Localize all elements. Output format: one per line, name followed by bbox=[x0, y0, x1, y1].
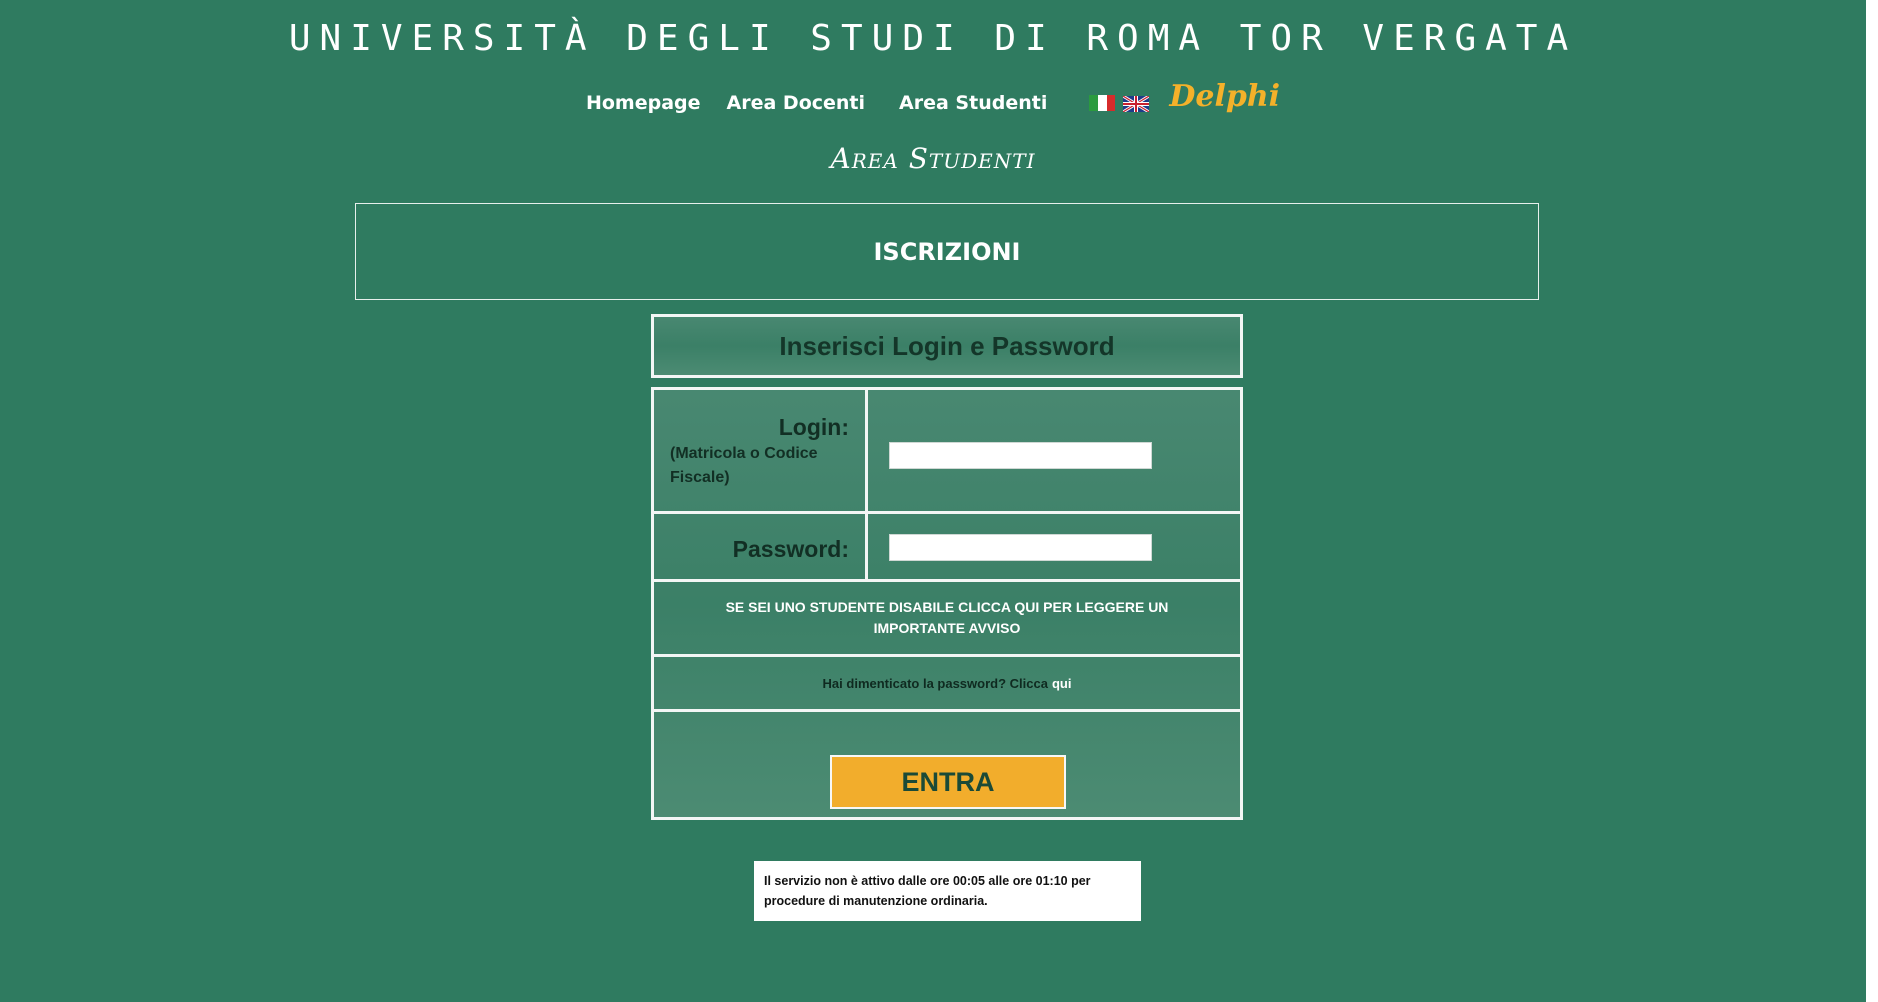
delphi-logo-link[interactable]: Delphi bbox=[1169, 79, 1280, 114]
iscrizioni-title: ISCRIZIONI bbox=[873, 237, 1021, 266]
forgot-password: Hai dimenticato la password? Clicca qui bbox=[654, 657, 1240, 709]
login-row: Login: (Matricola o Codice Fiscale) bbox=[654, 390, 1240, 514]
nav-area-studenti-link[interactable]: Area Studenti bbox=[899, 92, 1047, 114]
password-label-cell: Password: bbox=[654, 514, 868, 579]
password-row: Password: bbox=[654, 514, 1240, 582]
iscrizioni-banner: ISCRIZIONI bbox=[355, 203, 1539, 300]
forgot-password-row: Hai dimenticato la password? Clicca qui bbox=[654, 657, 1240, 712]
disabled-student-notice-link[interactable]: SE SEI UNO STUDENTE DISABILE CLICCA QUI … bbox=[654, 582, 1240, 654]
forgot-password-link[interactable]: qui bbox=[1052, 676, 1072, 691]
disabled-notice-row: SE SEI UNO STUDENTE DISABILE CLICCA QUI … bbox=[654, 582, 1240, 657]
password-input[interactable] bbox=[889, 534, 1152, 561]
maintenance-notice: Il servizio non è attivo dalle ore 00:05… bbox=[754, 861, 1141, 921]
login-heading-panel: Inserisci Login e Password bbox=[651, 314, 1243, 378]
login-label: Login: bbox=[778, 414, 849, 440]
english-flag-icon[interactable] bbox=[1122, 94, 1151, 113]
login-form: Login: (Matricola o Codice Fiscale) Pass… bbox=[651, 387, 1243, 820]
nav-area-docenti-link[interactable]: Area Docenti bbox=[727, 92, 866, 114]
page: UNIVERSITÀ DEGLI STUDI DI ROMA TOR VERGA… bbox=[0, 0, 1866, 1002]
login-input[interactable] bbox=[889, 442, 1152, 469]
italian-flag-icon[interactable] bbox=[1089, 94, 1116, 111]
forgot-password-text: Hai dimenticato la password? Clicca bbox=[822, 675, 1048, 691]
page-scrollbar[interactable] bbox=[1866, 0, 1878, 1002]
password-label: Password: bbox=[732, 536, 849, 562]
login-heading: Inserisci Login e Password bbox=[779, 330, 1115, 361]
nav-homepage-link[interactable]: Homepage bbox=[586, 92, 701, 114]
university-title: UNIVERSITÀ DEGLI STUDI DI ROMA TOR VERGA… bbox=[288, 18, 1578, 59]
login-label-cell: Login: (Matricola o Codice Fiscale) bbox=[654, 390, 868, 511]
entra-button[interactable]: ENTRA bbox=[830, 755, 1066, 809]
login-hint: (Matricola o Codice Fiscale) bbox=[670, 445, 818, 486]
top-nav: Homepage Area Docenti Area Studenti Delp… bbox=[0, 79, 1866, 120]
area-studenti-heading: Area Studenti bbox=[830, 142, 1036, 175]
entra-button-label: ENTRA bbox=[901, 766, 995, 797]
